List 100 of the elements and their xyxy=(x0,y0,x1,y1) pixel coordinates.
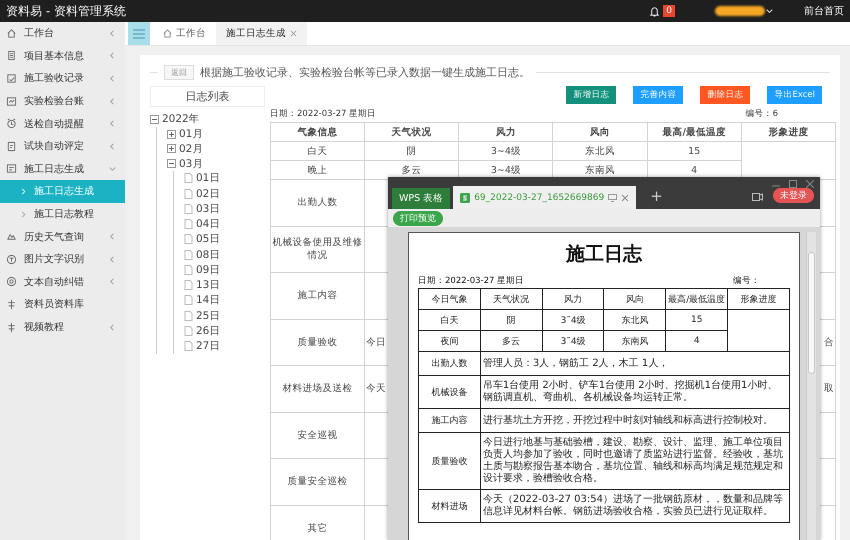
sidebar-item[interactable]: 实验检验台账 xyxy=(0,90,125,112)
file-icon xyxy=(184,295,193,306)
spreadsheet-icon xyxy=(460,192,470,202)
text-circle-icon xyxy=(6,254,17,265)
chevron-right-icon xyxy=(20,210,27,218)
collapse-icon[interactable] xyxy=(167,159,176,168)
tree-node[interactable]: 08日 xyxy=(184,247,220,262)
notification-badge: 0 xyxy=(663,5,675,17)
app-tab[interactable]: WPS 表格 xyxy=(392,188,450,209)
column-header: 天气状况 xyxy=(480,288,542,310)
sidebar-item[interactable]: 送检自动提醒 xyxy=(0,112,125,135)
tree-node[interactable]: 25日 xyxy=(184,308,220,323)
table-cell: 白天 xyxy=(270,142,365,160)
tree-node[interactable]: 03月 xyxy=(167,156,204,171)
table-cell: 吊车1台使用 2小时、铲车1台使用 2小时、挖掘机1台使用1小时、钢筋调直机、弯曲机、各机械设备均运转正常。 xyxy=(480,376,790,408)
file-icon xyxy=(184,326,193,336)
row-header: 出勤人数 xyxy=(270,180,365,226)
home-link[interactable]: 前台首页 xyxy=(804,4,844,18)
row-header: 材料进场 xyxy=(418,490,480,522)
file-icon xyxy=(184,264,193,275)
column-header: 形象进度 xyxy=(741,122,836,142)
signpost-icon xyxy=(6,298,17,310)
sidebar-item[interactable]: 文本自动纠错 xyxy=(0,270,125,294)
file-icon xyxy=(184,280,193,290)
action-button[interactable]: 新增日志 xyxy=(566,86,616,104)
table-cell: 3~4级 xyxy=(458,142,553,160)
file-icon xyxy=(184,204,193,214)
file-icon xyxy=(184,173,193,184)
table-cell: 管理人员：3人，钢筋工 2人，木工 1人， xyxy=(480,352,790,376)
close-icon[interactable] xyxy=(806,180,814,188)
tree-node[interactable]: 04日 xyxy=(184,216,220,232)
table-cell: 进行基坑土方开挖，开挖过程中时刻对轴线和标高进行控制校对。 xyxy=(480,408,790,432)
sidebar-item[interactable]: 施工验收记录 xyxy=(0,67,125,90)
tree-node[interactable]: 13日 xyxy=(184,278,220,292)
sidebar-item[interactable]: 施工日志生成 xyxy=(0,158,125,180)
file-icon xyxy=(184,219,193,229)
maximize-icon[interactable] xyxy=(789,180,797,188)
table-cell: 合 xyxy=(824,336,834,349)
sidebar-item[interactable]: 历史天气查询 xyxy=(0,225,125,248)
bell-icon[interactable] xyxy=(649,6,660,16)
expand-icon[interactable] xyxy=(167,130,176,138)
menu-icon xyxy=(133,28,145,38)
close-icon[interactable] xyxy=(621,194,630,202)
column-header: 形象进度 xyxy=(728,288,790,310)
column-header: 最高/最低温度 xyxy=(666,288,728,310)
menu-toggle-button[interactable] xyxy=(128,22,150,45)
table-cell: 白天 xyxy=(418,310,480,330)
document-icon xyxy=(6,50,17,62)
tree-node[interactable]: 14日 xyxy=(184,293,220,308)
close-icon[interactable] xyxy=(290,30,297,37)
tree-node[interactable]: 02月 xyxy=(167,142,204,156)
collapse-icon[interactable] xyxy=(150,114,159,124)
column-header: 天气状况 xyxy=(364,122,459,142)
sidebar-item[interactable]: 试块自动评定 xyxy=(0,134,125,158)
log-number: 编号：6 xyxy=(746,108,778,120)
tab[interactable]: 施工日志生成 xyxy=(216,22,307,45)
new-tab-button[interactable]: + xyxy=(650,186,663,206)
tree-node[interactable]: 26日 xyxy=(184,324,220,338)
login-button[interactable]: 未登录 xyxy=(773,188,814,203)
table-cell: 15 xyxy=(666,310,728,330)
monitor-icon[interactable] xyxy=(608,194,618,202)
expand-icon[interactable] xyxy=(167,144,176,154)
table-cell: 阴 xyxy=(364,142,459,160)
row-header: 机械设备使用及维修情况 xyxy=(270,226,365,272)
table-cell: 今天（2022-03-27 03:54）进场了一批钢筋原材，，数量和品牌等信息详见材料台帐。钢筋进场验收合格，实验员已进行见证取样。 xyxy=(480,490,790,522)
column-header: 风力 xyxy=(458,122,553,142)
sidebar-subitem[interactable]: 施工日志教程 xyxy=(0,202,125,226)
checklist-icon xyxy=(6,72,17,84)
table-cell: 15 xyxy=(647,142,742,160)
tree-node[interactable]: 02日 xyxy=(184,186,220,201)
app-title: 资料易 - 资料管理系统 xyxy=(6,2,127,20)
tree-node[interactable]: 01日 xyxy=(184,171,220,186)
tree-node[interactable]: 2022年 xyxy=(150,112,200,126)
row-header: 机械设备 xyxy=(418,376,480,408)
chevron-down-icon[interactable] xyxy=(765,6,774,16)
column-header: 风向 xyxy=(552,122,648,142)
sidebar-item[interactable]: 工作台 xyxy=(0,22,125,45)
sidebar-item[interactable]: 图片文字识别 xyxy=(0,248,125,271)
table-cell: 3˜4级 xyxy=(542,310,604,330)
tree-node[interactable]: 03日 xyxy=(184,202,220,216)
file-icon xyxy=(184,250,193,260)
tree-node[interactable]: 01月 xyxy=(167,126,204,142)
panel-title: 日志列表 xyxy=(150,86,265,107)
tree-node[interactable]: 05日 xyxy=(184,232,220,246)
chart-icon xyxy=(6,96,17,107)
scrollbar[interactable] xyxy=(806,232,816,540)
table-cell: 今天 xyxy=(366,382,386,396)
clipboard-icon xyxy=(6,140,17,152)
tree-node[interactable]: 09日 xyxy=(184,262,220,277)
sidebar-item[interactable]: 资料员资料库 xyxy=(0,293,125,316)
log-number: 编号： xyxy=(733,275,760,287)
row-header: 安全巡视 xyxy=(270,412,365,458)
table-cell: 晚上 xyxy=(270,160,365,180)
signpost-icon xyxy=(6,322,17,333)
file-icon xyxy=(184,188,193,198)
column-header: 最高/最低温度 xyxy=(647,122,742,142)
sidebar-item[interactable]: 视频教程 xyxy=(0,316,125,338)
tree-node[interactable]: 27日 xyxy=(184,338,220,354)
row-header: 材料进场及送检 xyxy=(270,366,365,412)
sidebar-item[interactable]: 项目基本信息 xyxy=(0,44,125,68)
